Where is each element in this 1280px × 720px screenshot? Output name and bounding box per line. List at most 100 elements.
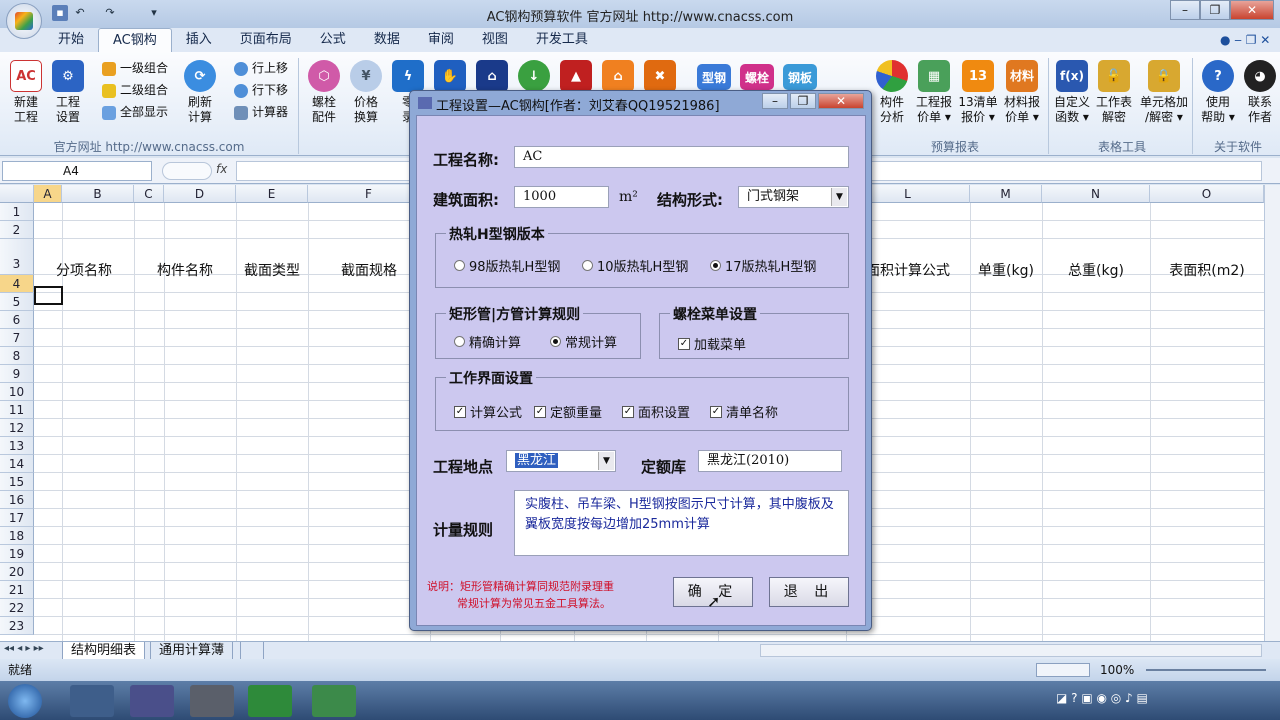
dialog-close-button[interactable]: ✕	[818, 93, 864, 109]
load-menu-checkbox[interactable]: ✓ 加载菜单	[678, 334, 746, 353]
taskbar-app-icon[interactable]	[130, 685, 174, 717]
camtasia-taskbar-icon[interactable]	[312, 685, 356, 717]
col-header[interactable]: B	[62, 185, 134, 203]
row-header[interactable]: 23	[0, 617, 34, 635]
col-header[interactable]: C	[134, 185, 164, 203]
dialog-minimize-button[interactable]: –	[762, 93, 788, 109]
frame-icon[interactable]: ⌂	[602, 60, 634, 92]
house-icon[interactable]: ⌂	[476, 60, 508, 92]
tab-view[interactable]: 视图	[468, 28, 522, 52]
row-header[interactable]: 3	[0, 239, 34, 275]
minimize-button[interactable]: –	[1170, 0, 1200, 20]
component-analysis-button[interactable]: 构件 分析	[872, 60, 912, 125]
project-settings-button[interactable]: ⚙ 工程 设置	[48, 60, 88, 125]
select-all-corner[interactable]	[0, 185, 34, 203]
building-area-field[interactable]: 1000	[514, 186, 609, 208]
row-header[interactable]: 1	[0, 203, 34, 221]
row-header[interactable]: 8	[0, 347, 34, 365]
precise-calc-radio[interactable]: 精确计算	[454, 332, 521, 351]
custom-function-button[interactable]: f(x) 自定义 函数 ▾	[1052, 60, 1092, 125]
row-header[interactable]: 21	[0, 581, 34, 599]
tab-ac-steel[interactable]: AC钢构	[98, 28, 172, 52]
calculator-button[interactable]: 计算器	[234, 102, 288, 123]
download-icon[interactable]: ↓	[518, 60, 550, 92]
row-header[interactable]: 6	[0, 311, 34, 329]
sheet-nav-arrows[interactable]: ◂◂ ◂ ▸ ▸▸	[4, 643, 44, 654]
show-all-button[interactable]: 全部显示	[102, 102, 168, 123]
col-header[interactable]: D	[164, 185, 236, 203]
tab-developer[interactable]: 开发工具	[522, 28, 602, 52]
col-header[interactable]: M	[970, 185, 1042, 203]
bill-name-checkbox[interactable]: ✓ 清单名称	[710, 402, 778, 421]
quota-weight-checkbox[interactable]: ✓ 定额重量	[534, 402, 602, 421]
tab-page-layout[interactable]: 页面布局	[226, 28, 306, 52]
area-setting-checkbox[interactable]: ✓ 面积设置	[622, 402, 690, 421]
price-convert-button[interactable]: ¥ 价格 换算	[346, 60, 386, 125]
structure-type-select[interactable]: 门式钢架 ▼	[738, 186, 849, 208]
bolt-parts-button[interactable]: ⬡ 螺栓 配件	[304, 60, 344, 125]
material-quote-button[interactable]: 材料 材料报 价单 ▾	[1000, 60, 1044, 125]
bill13-button[interactable]: 13 13清单 报价 ▾	[956, 60, 1000, 125]
row-header[interactable]: 5	[0, 293, 34, 311]
quote-sheet-button[interactable]: ▦ 工程报 价单 ▾	[912, 60, 956, 125]
row-header[interactable]: 7	[0, 329, 34, 347]
formula-checkbox[interactable]: ✓ 计算公式	[454, 402, 522, 421]
row-header[interactable]: 22	[0, 599, 34, 617]
normal-calc-radio[interactable]: 常规计算	[550, 332, 617, 351]
row-up-button[interactable]: 行上移	[234, 58, 288, 79]
exit-button[interactable]: 退 出	[769, 577, 849, 607]
row-header[interactable]: 4	[0, 275, 34, 293]
cone-icon[interactable]: ▲	[560, 60, 592, 92]
row-header[interactable]: 20	[0, 563, 34, 581]
row-header[interactable]: 18	[0, 527, 34, 545]
zoom-slider[interactable]	[1146, 669, 1266, 671]
hand-icon[interactable]: ✋	[434, 60, 466, 92]
col-header[interactable]: O	[1150, 185, 1264, 203]
hsteel-17-radio[interactable]: 17版热轧H型钢	[710, 256, 816, 275]
excel-taskbar-icon[interactable]	[248, 685, 292, 717]
bolt-button[interactable]: 螺栓	[740, 64, 774, 90]
maximize-button[interactable]: ❐	[1200, 0, 1230, 20]
sheet-tab-structure[interactable]: 结构明细表	[62, 642, 146, 660]
hsteel-98-radio[interactable]: 98版热轧H型钢	[454, 256, 560, 275]
level2-group-button[interactable]: 二级组合	[102, 80, 168, 101]
hsteel-10-radio[interactable]: 10版热轧H型钢	[582, 256, 688, 275]
new-sheet-icon[interactable]	[240, 642, 264, 660]
level1-group-button[interactable]: 一级组合	[102, 58, 168, 79]
col-header[interactable]: N	[1042, 185, 1150, 203]
quota-library-field[interactable]: 黑龙江(2010)	[698, 450, 842, 472]
active-cell[interactable]	[34, 286, 63, 305]
zoom-level[interactable]: 100%	[1100, 659, 1134, 681]
row-header[interactable]: 13	[0, 437, 34, 455]
sheet-decrypt-button[interactable]: 🔓 工作表 解密	[1094, 60, 1134, 125]
row-header[interactable]: 17	[0, 509, 34, 527]
tab-insert[interactable]: 插入	[172, 28, 226, 52]
tab-data[interactable]: 数据	[360, 28, 414, 52]
taskbar-app-icon[interactable]	[190, 685, 234, 717]
dialog-maximize-button[interactable]: ❐	[790, 93, 816, 109]
vertical-scrollbar[interactable]	[1264, 185, 1280, 641]
contact-author-button[interactable]: ◕ 联系 作者	[1242, 60, 1278, 125]
row-header[interactable]: 9	[0, 365, 34, 383]
new-project-button[interactable]: AC 新建 工程	[6, 60, 46, 125]
refresh-calc-button[interactable]: ⟳ 刷新 计算	[180, 60, 220, 125]
sheet-tab-general[interactable]: 通用计算薄	[150, 642, 234, 660]
col-header[interactable]: A	[34, 185, 62, 203]
row-header[interactable]: 11	[0, 401, 34, 419]
row-header[interactable]: 19	[0, 545, 34, 563]
row-down-button[interactable]: 行下移	[234, 80, 288, 101]
help-icon[interactable]: ● ‒ ❐ ✕	[1220, 33, 1280, 47]
steel-plate-button[interactable]: 钢板	[783, 64, 817, 90]
row-header[interactable]: 16	[0, 491, 34, 509]
fx-icon[interactable]: fx	[216, 162, 227, 176]
tab-start[interactable]: 开始	[44, 28, 98, 52]
tools-icon[interactable]: ✖	[644, 60, 676, 92]
row-header[interactable]: 12	[0, 419, 34, 437]
cell-encrypt-button[interactable]: 🔒 单元格加 /解密 ▾	[1136, 60, 1192, 125]
location-select[interactable]: 黑龙江 ▼	[506, 450, 616, 472]
close-button[interactable]: ✕	[1230, 0, 1274, 20]
row-header[interactable]: 14	[0, 455, 34, 473]
section-steel-button[interactable]: 型钢	[697, 64, 731, 90]
row-header[interactable]: 15	[0, 473, 34, 491]
project-name-field[interactable]: AC	[514, 146, 849, 168]
